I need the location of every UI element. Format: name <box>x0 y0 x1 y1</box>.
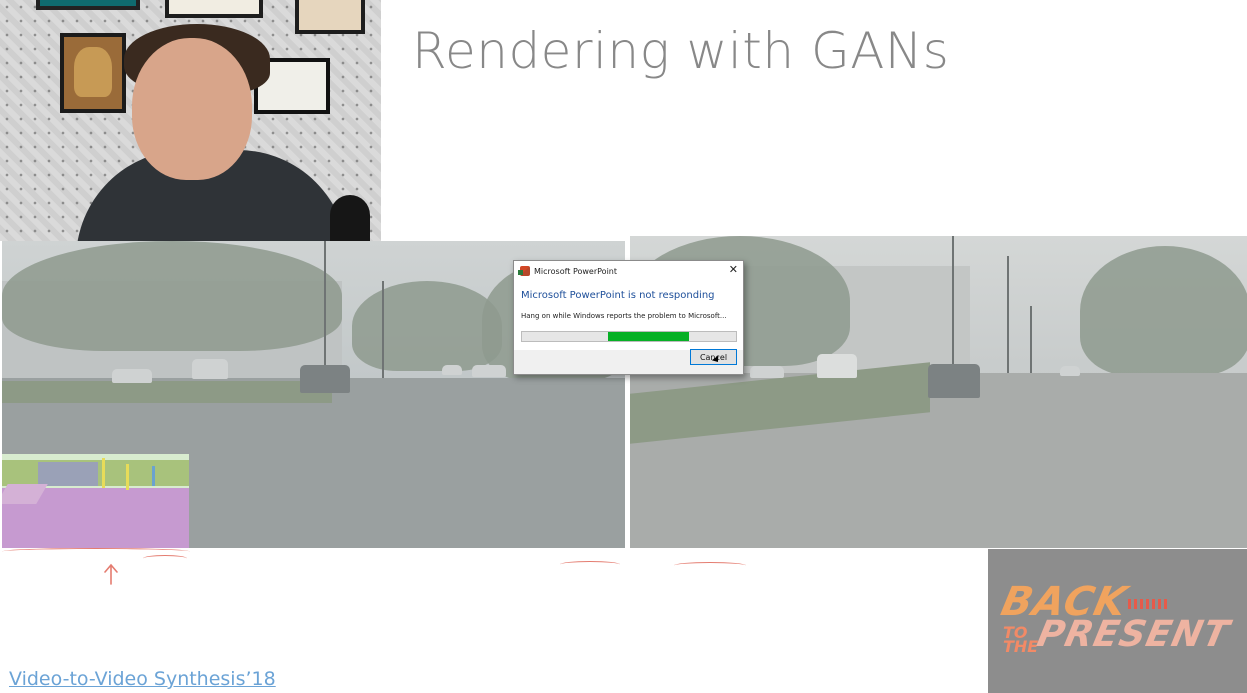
presenter-face <box>132 38 252 180</box>
grass-strip <box>2 381 332 403</box>
logo-tothe-text: TO THE <box>1003 623 1039 656</box>
dialog-headline: Microsoft PowerPoint is not responding <box>521 290 715 301</box>
trees <box>352 281 502 371</box>
dialog-title: Microsoft PowerPoint <box>534 266 617 276</box>
logo-present-text: PRESENT <box>1033 614 1234 655</box>
car <box>928 364 980 398</box>
annotation-stroke <box>560 561 620 568</box>
street-pole <box>382 281 384 381</box>
logo-speed-lines <box>1128 599 1168 609</box>
wall-frame <box>295 0 365 34</box>
street-pole <box>1030 306 1032 376</box>
annotation-stroke <box>143 555 187 562</box>
not-responding-dialog: Microsoft PowerPoint ✕ Microsoft PowerPo… <box>513 260 744 375</box>
dialog-titlebar[interactable]: Microsoft PowerPoint ✕ <box>514 261 743 281</box>
annotation-stroke <box>674 562 746 569</box>
seg-pole <box>152 466 155 486</box>
dialog-footer: Cancel <box>514 349 743 374</box>
close-icon[interactable]: ✕ <box>729 264 738 276</box>
car <box>192 359 228 379</box>
car <box>472 365 506 377</box>
trees <box>2 241 342 351</box>
back-to-the-present-logo: BACK TO THE PRESENT <box>988 549 1247 693</box>
seg-pole <box>126 464 129 490</box>
trees <box>1080 246 1247 376</box>
car <box>817 354 857 378</box>
car <box>442 365 462 375</box>
webcam-overlay <box>0 0 381 241</box>
car <box>750 366 784 378</box>
seg-pole <box>102 458 105 488</box>
paper-reference-link[interactable]: Video-to-Video Synthesis’18 <box>9 668 276 690</box>
dialog-detail: Hang on while Windows reports the proble… <box>521 312 727 320</box>
car <box>1060 366 1080 376</box>
wall-frame <box>165 0 263 18</box>
powerpoint-icon <box>518 266 530 276</box>
segmentation-map-inset <box>2 454 189 548</box>
street-pole <box>324 241 326 381</box>
wall-frame <box>36 0 140 10</box>
car <box>300 365 350 393</box>
slide-title: Rendering with GANs <box>412 22 950 80</box>
car <box>112 369 152 383</box>
progress-bar <box>521 331 737 342</box>
progress-fill <box>607 332 689 341</box>
annotation-underline <box>2 548 190 555</box>
street-pole <box>1007 256 1009 376</box>
wall-frame-cat-portrait <box>60 33 126 113</box>
annotation-arrow-icon <box>104 563 118 585</box>
seg-building <box>38 462 98 486</box>
chair <box>330 195 370 241</box>
